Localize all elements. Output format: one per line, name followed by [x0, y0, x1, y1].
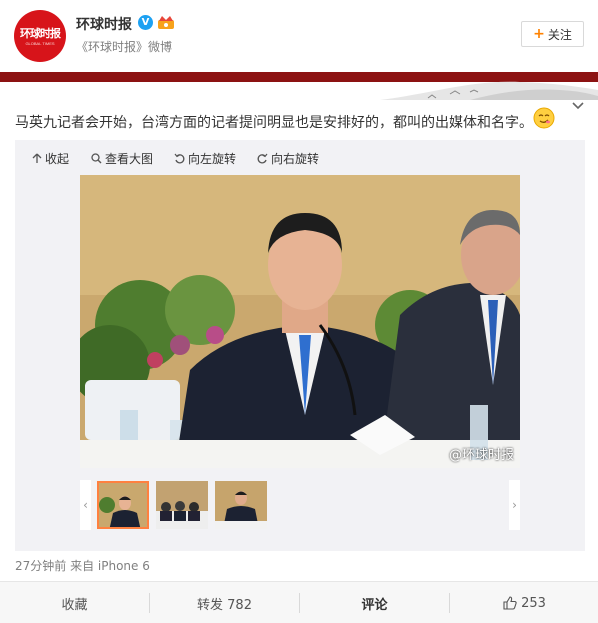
photo-watermark: @环球时报 — [448, 448, 514, 463]
repost-label: 转发 782 — [197, 597, 252, 613]
main-photo[interactable]: @环球时报 — [80, 175, 520, 468]
thumbnail-2[interactable] — [156, 481, 208, 529]
avatar-logo-sub: GLOBAL TIMES — [25, 41, 55, 46]
user-name[interactable]: 环球时报 — [76, 14, 132, 34]
collapse-label: 收起 — [45, 152, 70, 166]
chevron-down-icon[interactable] — [571, 100, 585, 112]
post-source[interactable]: 《环球时报》微博 — [76, 38, 172, 55]
thumbs-up-icon — [503, 596, 517, 610]
emoji-icon — [533, 107, 555, 129]
collapse-button[interactable]: 收起 — [32, 150, 69, 167]
like-count: 253 — [521, 595, 546, 611]
favorite-button[interactable]: 收藏 — [0, 582, 149, 623]
comment-label: 评论 — [361, 597, 388, 613]
post-text: 马英九记者会开始，台湾方面的记者提问明显也是安排好的，都叫的出媒体和名字。 — [15, 115, 533, 131]
view-large-button[interactable]: 查看大图 — [91, 150, 153, 167]
follow-label: 关注 — [547, 27, 572, 42]
avatar-logo-text: 环球时报 — [20, 27, 61, 40]
thumbnail-strip: ‹ › — [80, 478, 520, 532]
rotate-right-button[interactable]: 向右旋转 — [257, 150, 319, 167]
favorite-label: 收藏 — [61, 597, 88, 613]
press-conference-photo — [80, 175, 520, 468]
prev-thumb-button[interactable]: ‹ — [80, 480, 91, 530]
vip-crown-icon[interactable] — [157, 15, 175, 30]
post-timestamp[interactable]: 27分钟前 来自 iPhone 6 — [15, 557, 150, 574]
banner-decoration — [380, 81, 598, 100]
rotate-left-icon — [174, 153, 185, 164]
verified-icon[interactable]: V — [138, 15, 153, 30]
repost-button[interactable]: 转发 782 — [150, 582, 299, 623]
search-icon — [91, 153, 102, 164]
view-large-label: 查看大图 — [105, 152, 154, 166]
follow-button[interactable]: + 关注 — [521, 21, 584, 47]
thumbnail-photo-2 — [156, 481, 208, 529]
rotate-left-label: 向左旋转 — [188, 152, 237, 166]
rotate-left-button[interactable]: 向左旋转 — [174, 150, 236, 167]
thumbnail-1[interactable] — [97, 481, 149, 529]
thumbnail-photo-3 — [215, 481, 267, 529]
comment-button[interactable]: 评论 — [300, 582, 449, 623]
rotate-right-label: 向右旋转 — [271, 152, 320, 166]
arrow-up-icon — [32, 153, 42, 163]
rotate-right-icon — [257, 153, 268, 164]
plus-icon: + — [533, 26, 545, 42]
profile-banner — [0, 72, 598, 100]
media-panel: 收起 查看大图 向左旋转 向右旋转 @环球时报 ‹ › — [15, 140, 585, 551]
media-toolbar: 收起 查看大图 向左旋转 向右旋转 — [15, 140, 585, 172]
action-bar: 收藏 转发 782 评论 253 — [0, 581, 598, 623]
post-header: 环球时报 GLOBAL TIMES 环球时报 V 《环球时报》微博 + 关注 — [0, 0, 598, 72]
thumbnail-photo-1 — [99, 483, 147, 527]
next-thumb-button[interactable]: › — [509, 480, 520, 530]
like-button[interactable]: 253 — [450, 582, 598, 623]
thumbnail-3[interactable] — [215, 481, 267, 529]
avatar[interactable]: 环球时报 GLOBAL TIMES — [14, 10, 66, 62]
